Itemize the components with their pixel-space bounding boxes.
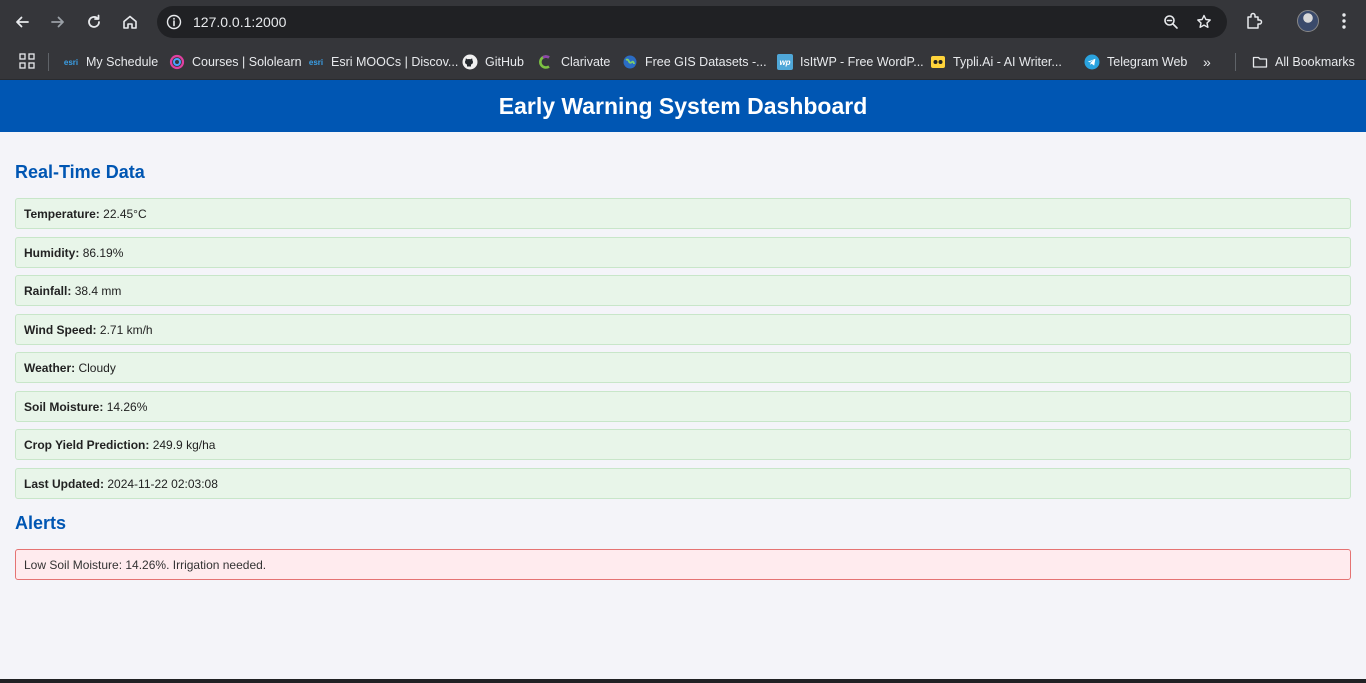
bookmark-sololearn[interactable]: Courses | Sololearn — [169, 44, 302, 80]
reading-label: Last Updated: — [24, 476, 105, 491]
reading-value: 38.4 mm — [74, 284, 122, 298]
bookmark-esri-moocs[interactable]: esri Esri MOOCs | Discov... — [308, 44, 458, 80]
alerts-heading: Alerts — [15, 513, 67, 533]
reload-icon — [88, 14, 100, 28]
globe-icon — [622, 54, 638, 70]
apps-grid-icon[interactable] — [19, 53, 35, 69]
reading-weather: Weather: Cloudy — [15, 352, 1351, 383]
bookmark-label: Free GIS Datasets -... — [645, 55, 767, 69]
arrow-left-icon — [16, 16, 29, 28]
bookmark-typli[interactable]: Typli.Ai - AI Writer... — [930, 44, 1062, 80]
window-bottom-edge — [0, 679, 1366, 683]
alert-item: Low Soil Moisture: 14.26%. Irrigation ne… — [15, 549, 1351, 580]
reading-value: 249.9 kg/ha — [152, 438, 216, 452]
reload-button[interactable] — [80, 8, 108, 36]
bookmark-github[interactable]: GitHub — [462, 44, 524, 80]
profile-avatar[interactable] — [1297, 10, 1319, 32]
reading-label: Soil Moisture: — [24, 399, 104, 414]
zoom-icon[interactable] — [1162, 13, 1180, 31]
page-title: Early Warning System Dashboard — [498, 92, 868, 119]
bookmark-free-gis-datasets[interactable]: Free GIS Datasets -... — [622, 44, 767, 80]
wp-icon: wp — [777, 54, 793, 70]
realtime-data-list: Temperature: 22.45°C Humidity: 86.19% Ra… — [15, 198, 1351, 506]
home-button[interactable] — [116, 8, 144, 36]
reading-humidity: Humidity: 86.19% — [15, 236, 1351, 268]
bookmark-label: Telegram Web — [1107, 55, 1188, 69]
sololearn-icon — [169, 54, 185, 70]
arrow-right-icon — [51, 16, 64, 28]
bookmark-isitwp[interactable]: wp IsItWP - Free WordP... — [777, 44, 924, 80]
home-icon — [123, 15, 137, 29]
esri-icon: esri — [308, 57, 324, 67]
bookmark-clarivate[interactable]: Clarivate — [538, 44, 610, 80]
page-viewport: Early Warning System Dashboard Real-Time… — [0, 80, 1366, 679]
typli-icon — [930, 54, 946, 70]
realtime-data-heading: Real-Time Data — [15, 162, 145, 182]
reading-value: Cloudy — [78, 361, 116, 375]
all-bookmarks-folder[interactable]: All Bookmarks — [1252, 44, 1355, 80]
reading-label: Wind Speed: — [24, 322, 97, 337]
reading-label: Temperature: — [24, 207, 100, 221]
reading-rainfall: Rainfall: 38.4 mm — [15, 275, 1351, 306]
reading-temperature: Temperature: 22.45°C — [15, 198, 1351, 229]
bookmark-label: GitHub — [485, 55, 524, 69]
reading-value: 14.26% — [106, 399, 148, 414]
bookmarks-bar: esri My Schedule Courses | Sololearn esr… — [0, 44, 1366, 80]
reading-crop-yield: Crop Yield Prediction: 249.9 kg/ha — [15, 429, 1351, 460]
reading-value: 2.71 km/h — [99, 322, 153, 337]
bookmark-label: Typli.Ai - AI Writer... — [953, 55, 1062, 69]
bookmark-label: IsItWP - Free WordP... — [800, 55, 924, 69]
url-text[interactable]: 127.0.0.1:2000 — [193, 14, 286, 30]
reading-soil-moisture: Soil Moisture: 14.26% — [15, 390, 1351, 422]
extensions-icon[interactable] — [1243, 10, 1265, 32]
reading-label: Weather: — [24, 361, 76, 375]
reading-wind-speed: Wind Speed: 2.71 km/h — [15, 313, 1351, 345]
reading-value: 22.45°C — [103, 207, 147, 221]
bookmark-telegram[interactable]: Telegram Web — [1084, 44, 1187, 80]
bookmark-label: Esri MOOCs | Discov... — [331, 55, 459, 69]
folder-icon — [1252, 54, 1268, 70]
bookmark-star-icon[interactable] — [1195, 13, 1213, 31]
forward-button[interactable] — [44, 8, 72, 36]
reading-value: 2024-11-22 02:03:08 — [107, 476, 218, 491]
all-bookmarks-label: All Bookmarks — [1275, 55, 1355, 69]
github-icon — [462, 54, 478, 70]
bookmark-my-schedule[interactable]: esri My Schedule — [63, 44, 158, 80]
site-info-icon[interactable] — [165, 13, 183, 31]
bookmark-label: My Schedule — [86, 55, 159, 69]
address-bar[interactable]: 127.0.0.1:2000 — [157, 6, 1227, 38]
clarivate-icon — [538, 54, 554, 70]
telegram-icon — [1084, 54, 1100, 70]
reading-label: Crop Yield Prediction: — [24, 438, 150, 452]
bookmarks-divider — [48, 53, 49, 71]
esri-icon: esri — [63, 57, 79, 67]
reading-last-updated: Last Updated: 2024-11-22 02:03:08 — [15, 467, 1351, 499]
bookmark-label: Clarivate — [561, 55, 611, 69]
reading-value: 86.19% — [82, 245, 124, 260]
kebab-menu-icon[interactable] — [1334, 10, 1354, 32]
more-bookmarks-button[interactable]: » — [1203, 54, 1211, 70]
bookmark-label: Courses | Sololearn — [192, 55, 302, 69]
bookmarks-divider — [1235, 53, 1236, 71]
back-button[interactable] — [8, 8, 36, 36]
reading-label: Humidity: — [24, 245, 80, 260]
dashboard-header: Early Warning System Dashboard — [0, 80, 1366, 132]
browser-toolbar: 127.0.0.1:2000 — [0, 0, 1366, 44]
reading-label: Rainfall: — [24, 284, 72, 298]
